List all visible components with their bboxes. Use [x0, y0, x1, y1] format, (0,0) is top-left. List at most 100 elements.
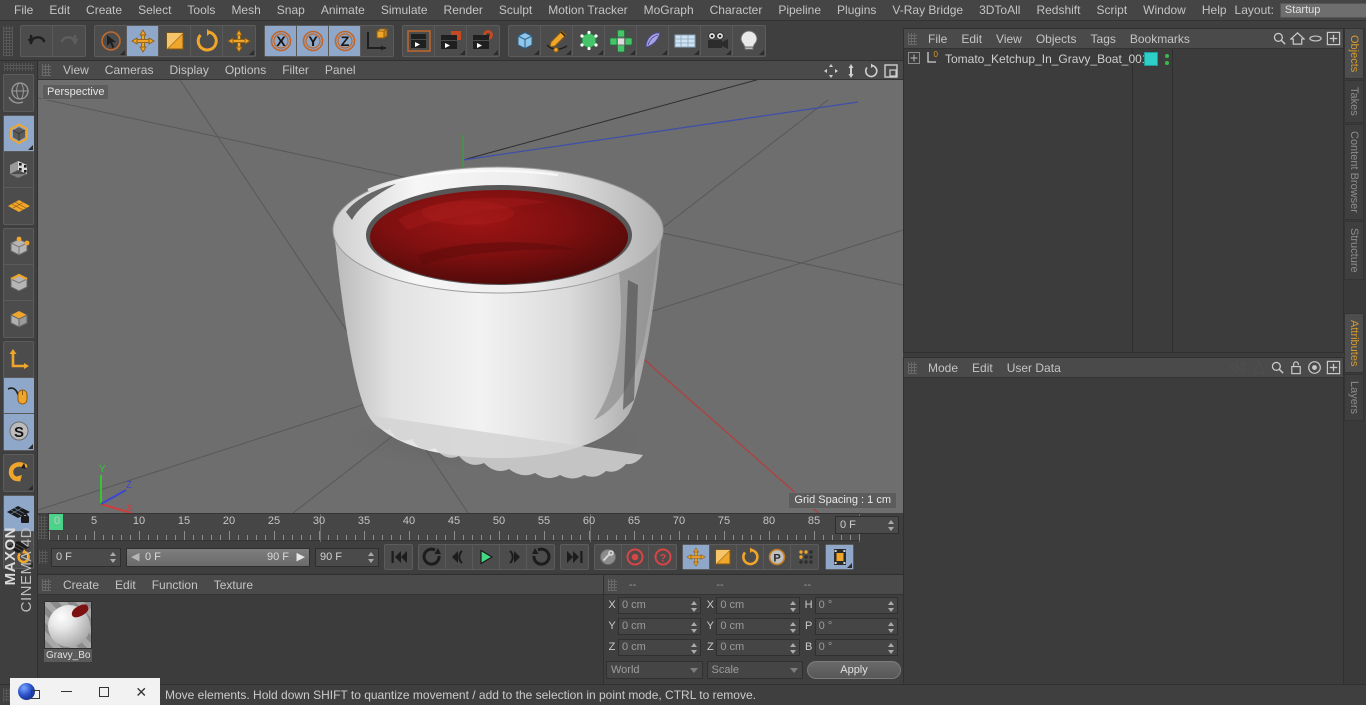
viewport-menu-cameras[interactable]: Cameras: [97, 61, 162, 80]
dock-tab-objects[interactable]: Objects: [1344, 28, 1364, 80]
next-frame-button[interactable]: [500, 545, 527, 569]
mograph-button[interactable]: [605, 25, 637, 56]
play-forward-button[interactable]: [527, 545, 554, 569]
viewport-3d-scene[interactable]: Y X Z Perspective Grid Spacing : 1 cm: [38, 80, 903, 513]
menu-edit[interactable]: Edit: [41, 0, 78, 21]
go-to-start-button[interactable]: [385, 545, 412, 569]
ellipse-icon[interactable]: [1308, 31, 1323, 49]
move-alt-tool[interactable]: [223, 26, 255, 56]
coordinate-system-select[interactable]: World: [606, 661, 703, 679]
material-menu-texture[interactable]: Texture: [206, 575, 261, 595]
generators-button[interactable]: [573, 25, 605, 56]
timeline-grip[interactable]: [38, 515, 47, 539]
menu-sculpt[interactable]: Sculpt: [491, 0, 540, 21]
range-right-arrow-icon[interactable]: ▶: [297, 549, 305, 566]
search-icon[interactable]: [1270, 360, 1285, 378]
forward-arrow-icon[interactable]: [1252, 360, 1266, 378]
menu-pipeline[interactable]: Pipeline: [770, 0, 829, 21]
dock-tab-takes[interactable]: Takes: [1344, 80, 1364, 124]
record-active-objects-button[interactable]: [622, 545, 649, 569]
cube-primitive-button[interactable]: [509, 25, 541, 56]
coord-field-pos-z[interactable]: 0 cm: [618, 638, 702, 656]
home-icon[interactable]: [1289, 31, 1306, 49]
attributes-menu-edit[interactable]: Edit: [965, 358, 1000, 378]
redo-button[interactable]: [53, 26, 85, 56]
maximize-icon[interactable]: [85, 678, 123, 705]
coord-field-rot-p[interactable]: 0 °: [814, 617, 898, 635]
menu-animate[interactable]: Animate: [313, 0, 373, 21]
coord-field-size-z[interactable]: 0 cm: [716, 638, 800, 656]
visibility-dots-icon[interactable]: [1162, 52, 1172, 66]
menu-character[interactable]: Character: [702, 0, 771, 21]
material-item[interactable]: Gravy_Bo: [44, 601, 92, 662]
menu-simulate[interactable]: Simulate: [373, 0, 436, 21]
menu-window[interactable]: Window: [1135, 0, 1194, 21]
spline-pen-button[interactable]: [541, 25, 573, 56]
material-menu-edit[interactable]: Edit: [107, 575, 144, 595]
viewport-menu-options[interactable]: Options: [217, 61, 274, 80]
material-menu-function[interactable]: Function: [144, 575, 206, 595]
render-region-button[interactable]: [435, 25, 467, 56]
viewport-menu-filter[interactable]: Filter: [274, 61, 317, 80]
enable-axis-mouse-button[interactable]: [4, 378, 34, 414]
spinner-icon[interactable]: [691, 621, 698, 633]
polygon-grid-mode-button[interactable]: [4, 188, 34, 224]
key-parameter-button[interactable]: P: [764, 545, 791, 569]
scene-floor-button[interactable]: [669, 25, 701, 56]
dock-tab-attributes[interactable]: Attributes: [1344, 312, 1364, 374]
world-object-axis-button[interactable]: [361, 26, 393, 56]
deformer-button[interactable]: [637, 25, 669, 56]
object-menu-tags[interactable]: Tags: [1084, 29, 1123, 49]
menu-file[interactable]: File: [6, 0, 41, 21]
attributes-grip[interactable]: [908, 361, 917, 374]
lock-y-axis-button[interactable]: Y: [297, 25, 329, 56]
autokeying-button[interactable]: [595, 545, 622, 569]
dock-tab-content-browser[interactable]: Content Browser: [1344, 124, 1364, 220]
coord-field-rot-b[interactable]: 0 °: [814, 638, 898, 656]
zoom-view-icon[interactable]: [843, 63, 859, 79]
rotate-tool[interactable]: [191, 25, 223, 56]
menu-3dtoall[interactable]: 3DToAll: [971, 0, 1028, 21]
live-selection-tool[interactable]: [95, 25, 127, 56]
menu-script[interactable]: Script: [1088, 0, 1135, 21]
key-pla-button[interactable]: [791, 545, 818, 569]
cinema4d-orb-icon[interactable]: [10, 678, 48, 705]
timeline-ruler[interactable]: 051015202530354045505560657075808590: [48, 513, 865, 542]
transport-grip[interactable]: [39, 550, 48, 564]
rotate-view-icon[interactable]: [863, 63, 879, 79]
spinner-icon[interactable]: [691, 642, 698, 654]
expand-plus-icon[interactable]: [908, 51, 920, 67]
coordinate-mode-select[interactable]: Scale: [706, 661, 803, 679]
camera-button[interactable]: [701, 25, 733, 56]
end-frame-field[interactable]: 90 F: [315, 547, 379, 567]
spinner-icon[interactable]: [789, 642, 797, 654]
object-menu-bookmarks[interactable]: Bookmarks: [1123, 29, 1197, 49]
menu-mograph[interactable]: MoGraph: [636, 0, 702, 21]
back-arrow-icon[interactable]: [1228, 360, 1248, 378]
move-tool[interactable]: [127, 25, 159, 56]
dock-tab-layers[interactable]: Layers: [1344, 374, 1364, 422]
menu-mesh[interactable]: Mesh: [223, 0, 268, 21]
layout-select[interactable]: Startup: [1279, 2, 1366, 18]
menu-motion-tracker[interactable]: Motion Tracker: [540, 0, 635, 21]
menu-redshift[interactable]: Redshift: [1028, 0, 1088, 21]
material-thumbnail[interactable]: [44, 601, 92, 649]
plus-box-icon[interactable]: [1326, 31, 1341, 49]
target-icon[interactable]: [1307, 360, 1322, 378]
range-left-arrow-icon[interactable]: ◀: [131, 549, 139, 566]
previous-frame-button[interactable]: [446, 545, 473, 569]
lock-z-axis-button[interactable]: Z: [329, 25, 361, 56]
menu-vray-bridge[interactable]: V-Ray Bridge: [884, 0, 971, 21]
toolbar-grip[interactable]: [3, 25, 13, 56]
plus-box-icon[interactable]: [1326, 360, 1341, 378]
frame-spinner-icon[interactable]: [888, 520, 895, 531]
undo-button[interactable]: [21, 25, 53, 56]
key-position-button[interactable]: [683, 545, 710, 569]
coordinates-grip[interactable]: [608, 578, 617, 591]
edges-mode-button[interactable]: [4, 265, 34, 301]
spinner-icon[interactable]: [887, 600, 895, 612]
render-settings-button[interactable]: [467, 26, 499, 56]
coord-field-size-y[interactable]: 0 cm: [716, 617, 800, 635]
polygons-mode-button[interactable]: [4, 301, 34, 337]
object-manager-grip[interactable]: [908, 32, 917, 45]
